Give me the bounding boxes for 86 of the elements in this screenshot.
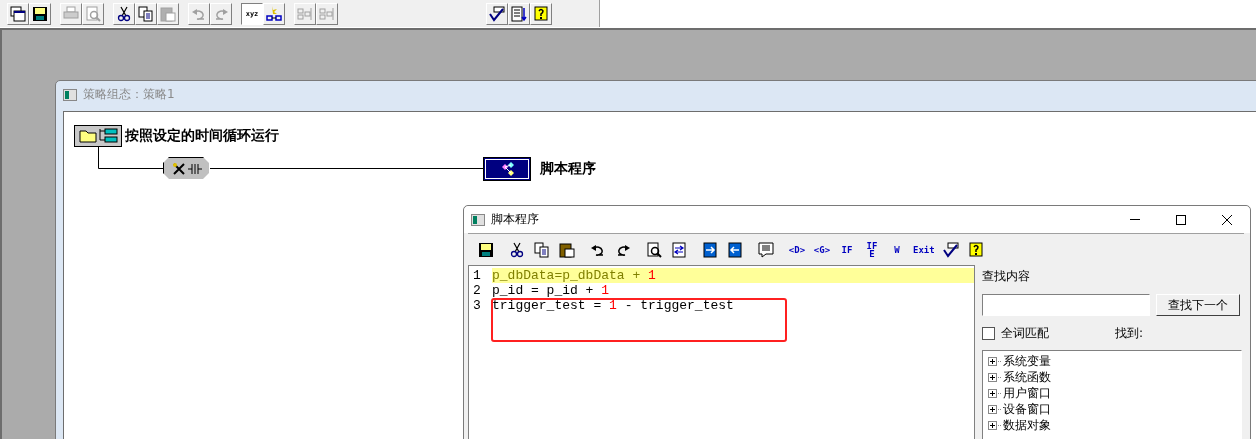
line-number: 1 — [472, 268, 482, 283]
expand-icon[interactable] — [988, 372, 1001, 382]
connector-line — [98, 146, 164, 170]
checkmark-icon — [489, 5, 505, 22]
toolbar-button[interactable] — [557, 240, 577, 260]
toolbar-button[interactable] — [7, 2, 29, 25]
expand-icon[interactable] — [988, 420, 1001, 430]
clipboard-icon — [160, 5, 176, 22]
page-arrow-left-icon — [727, 242, 743, 258]
toolbar-button[interactable]: IF E — [862, 240, 882, 260]
folder-icon — [78, 129, 97, 143]
window-icon — [471, 213, 485, 226]
tree-item[interactable]: 用户窗口 — [1003, 386, 1051, 400]
condition-node[interactable] — [74, 125, 122, 147]
printer-icon — [63, 5, 79, 22]
help-icon — [967, 242, 984, 258]
scissors-icon — [509, 242, 525, 258]
script-node[interactable] — [483, 157, 531, 181]
toolbar-button[interactable] — [486, 2, 508, 25]
find-next-button[interactable]: 查找下一个 — [1156, 294, 1240, 316]
toolbar-button[interactable] — [263, 2, 285, 25]
toolbar-button[interactable] — [135, 2, 157, 25]
window-icon — [63, 88, 77, 101]
checkmark-icon — [942, 242, 959, 258]
tree-icon — [97, 128, 118, 144]
find-label: 查找内容 — [982, 268, 1031, 285]
toolbar-button[interactable] — [940, 240, 961, 260]
tree-item[interactable]: 系统变量 — [1003, 354, 1051, 368]
window-title: 策略组态：策略1 — [83, 86, 175, 103]
strategy-row-node[interactable] — [163, 157, 211, 181]
toolbar-button[interactable]: <D> — [787, 240, 807, 260]
toolbar-button[interactable] — [669, 240, 689, 260]
copy-icon — [534, 242, 550, 258]
toolbar-button[interactable]: <G> — [812, 240, 832, 260]
code-editor[interactable]: 1 p_dbData=p_dbData + 1 2 p_id = p_id + 1 3 trigger_test = 1 - trigger_test — [468, 265, 974, 439]
script-label: 脚本程序 — [540, 160, 596, 178]
toolbar-button[interactable] — [530, 2, 552, 25]
undo-icon — [590, 242, 606, 258]
clipboard-icon — [559, 242, 575, 258]
checkbox[interactable] — [982, 327, 995, 340]
windows-icon — [10, 5, 26, 22]
toolbar-button[interactable] — [508, 2, 530, 25]
blocks-icon — [319, 5, 335, 22]
blocks-icon — [297, 5, 313, 22]
condition-label: 按照设定的时间循环运行 — [125, 127, 279, 145]
expand-icon[interactable] — [988, 404, 1001, 414]
expand-icon[interactable] — [988, 388, 1001, 398]
line-number: 2 — [472, 283, 482, 298]
sparkle-glasses-icon — [266, 5, 282, 22]
replace-icon — [671, 242, 687, 258]
list-arrow-icon — [511, 5, 527, 22]
expand-icon[interactable] — [988, 356, 1001, 366]
search-field[interactable] — [982, 294, 1150, 316]
contact-icon — [188, 164, 202, 174]
close-icon — [1222, 214, 1232, 225]
toolbar-button[interactable] — [700, 240, 720, 260]
copy-icon — [138, 5, 154, 22]
toolbar-button[interactable] — [644, 240, 664, 260]
toolbar-button[interactable] — [725, 240, 745, 260]
tree-item[interactable]: 系统函数 — [1003, 370, 1051, 384]
line-number: 3 — [472, 298, 482, 313]
comment-icon — [758, 242, 774, 258]
found-label: 找到: — [1115, 325, 1144, 342]
toolbar-button[interactable] — [113, 2, 135, 25]
toolbar-button[interactable] — [532, 240, 552, 260]
page-arrow-right-icon — [702, 242, 718, 258]
tools-icon — [172, 162, 186, 176]
redo-icon — [615, 242, 631, 258]
tree-item[interactable]: 设备窗口 — [1003, 402, 1051, 416]
scissors-icon — [116, 5, 132, 22]
checkbox-label: 全词匹配 — [1001, 325, 1049, 342]
code-line: trigger_test = 1 - trigger_test — [492, 298, 735, 313]
window-title: 脚本程序 — [491, 211, 539, 228]
tree-item[interactable]: 数据对象 — [1003, 418, 1051, 432]
toolbar-button[interactable]: IF — [837, 240, 857, 260]
code-line: p_id = p_id + 1 — [492, 283, 611, 298]
magnifier-page-icon — [646, 242, 662, 258]
toolbar-button[interactable] — [476, 240, 496, 260]
toolbar-button[interactable] — [756, 240, 776, 260]
maximize-icon — [1176, 214, 1186, 225]
toolbar-button[interactable]: Exit — [912, 240, 936, 260]
toolbar-button[interactable] — [29, 2, 51, 25]
magnifier-page-icon — [85, 5, 101, 22]
help-icon — [533, 5, 549, 22]
toolbar-button[interactable]: W — [887, 240, 907, 260]
minimize-icon — [1130, 219, 1140, 220]
